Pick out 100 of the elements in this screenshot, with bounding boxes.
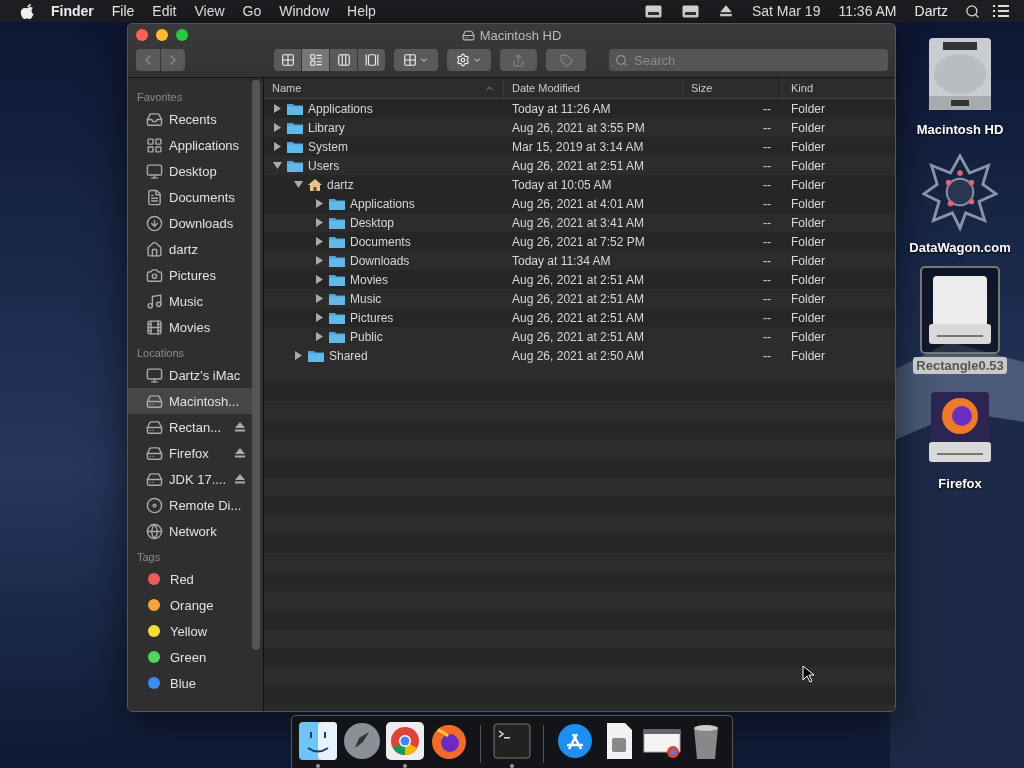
disclosure-triangle[interactable] <box>315 256 324 265</box>
date-modified: Mar 15, 2019 at 3:14 AM <box>511 139 645 154</box>
sidebar-item[interactable]: Documents <box>128 184 252 210</box>
group-button[interactable] <box>394 49 438 71</box>
file-name: Users <box>308 158 340 173</box>
action-button[interactable] <box>447 49 491 71</box>
display-icon[interactable] <box>644 4 662 18</box>
apple-icon[interactable] <box>20 3 34 19</box>
disclosure-triangle[interactable] <box>315 332 324 341</box>
monitor-icon <box>146 162 163 180</box>
disclosure-triangle[interactable] <box>273 161 282 170</box>
sidebar-label: Desktop <box>169 163 218 179</box>
sidebar-heading: Favorites <box>136 90 184 105</box>
disclosure-triangle[interactable] <box>273 104 282 113</box>
eject-icon[interactable] <box>234 421 246 433</box>
sidebar-item[interactable]: Recents <box>128 106 252 132</box>
window-control[interactable] <box>176 29 188 41</box>
menu-item[interactable]: Go <box>233 3 271 19</box>
sidebar-item[interactable]: Remote Di... <box>128 492 252 518</box>
eject-icon[interactable] <box>718 4 733 18</box>
hard-drive-icon <box>146 392 163 410</box>
caret-icon <box>472 55 482 65</box>
disclosure-triangle[interactable] <box>315 294 324 303</box>
sidebar-item[interactable]: Green <box>128 644 252 670</box>
sidebar-label: Downloads <box>169 215 235 231</box>
desktop-icon-label[interactable]: Macintosh HD <box>913 121 1007 138</box>
menu-item[interactable]: Help <box>338 3 385 19</box>
column-header[interactable]: Date Modified <box>504 78 683 98</box>
menu-item[interactable]: View <box>185 3 234 19</box>
hard-drive-icon <box>146 444 163 462</box>
sidebar-item[interactable]: Network <box>128 518 252 544</box>
column-header[interactable]: Size <box>683 78 783 98</box>
star-pattern-icon[interactable] <box>922 152 998 232</box>
disclosure-triangle[interactable] <box>294 351 303 360</box>
folder-icon <box>286 101 304 116</box>
column-view-button[interactable] <box>330 49 357 71</box>
menu-date[interactable]: Sat Mar 19 <box>742 3 830 19</box>
app-menu[interactable]: Finder <box>42 3 103 19</box>
list-view-button[interactable] <box>302 49 329 71</box>
list-icon[interactable] <box>992 4 1010 18</box>
folder-icon <box>286 139 304 154</box>
disclosure-triangle[interactable] <box>273 123 282 132</box>
fox-browser-icon <box>430 722 469 760</box>
user-menu[interactable]: Dartz <box>905 3 957 19</box>
sidebar-label: Yellow <box>170 623 209 639</box>
disclosure-triangle[interactable] <box>315 199 324 208</box>
sidebar-item[interactable]: JDK 17.... <box>128 466 252 492</box>
menu-item[interactable]: File <box>102 3 144 19</box>
sidebar-item[interactable]: Macintosh... <box>128 388 252 414</box>
file-kind: Folder <box>790 329 826 344</box>
disclosure-triangle[interactable] <box>294 180 303 189</box>
sidebar-label: Pictures <box>169 267 217 283</box>
sidebar-item[interactable]: Applications <box>128 132 252 158</box>
file-kind: Folder <box>790 234 826 249</box>
dock-item[interactable] <box>298 722 338 768</box>
sidebar-item[interactable]: Dartz’s iMac <box>128 362 252 388</box>
sidebar-label: Firefox <box>169 445 210 461</box>
column-header[interactable]: Name <box>264 78 504 98</box>
sidebar-item[interactable]: Orange <box>128 592 252 618</box>
desktop-icon-label[interactable]: Rectangle0.53 <box>913 357 1007 374</box>
desktop-icon-label[interactable]: DataWagon.com <box>906 239 1014 256</box>
window-control[interactable] <box>136 29 148 41</box>
file-kind: Folder <box>790 272 826 287</box>
sidebar-item[interactable]: Downloads <box>128 210 252 236</box>
sidebar-item[interactable]: Pictures <box>128 262 252 288</box>
drive-icon[interactable] <box>927 274 993 346</box>
column-header[interactable]: Kind <box>783 78 895 98</box>
folder-icon <box>328 253 346 268</box>
display-icon[interactable] <box>681 4 699 18</box>
gallery-view-button[interactable] <box>358 49 385 71</box>
sidebar-item[interactable]: Blue <box>128 670 252 696</box>
sidebar-item[interactable]: Yellow <box>128 618 252 644</box>
date-modified: Aug 26, 2021 at 3:41 AM <box>511 215 646 230</box>
folder-icon <box>328 234 346 249</box>
desktop-icon-label[interactable]: Firefox <box>935 475 985 492</box>
sidebar-item[interactable]: Firefox <box>128 440 252 466</box>
disclosure-triangle[interactable] <box>315 218 324 227</box>
search-icon[interactable] <box>965 3 980 19</box>
disclosure-triangle[interactable] <box>273 142 282 151</box>
sidebar-item[interactable]: Desktop <box>128 158 252 184</box>
sidebar-item[interactable]: Music <box>128 288 252 314</box>
sidebar-item[interactable]: Movies <box>128 314 252 340</box>
menu-item[interactable]: Window <box>270 3 339 19</box>
disclosure-triangle[interactable] <box>315 237 324 246</box>
sidebar-item[interactable]: Red <box>128 566 252 592</box>
menu-item[interactable]: Edit <box>143 3 186 19</box>
dock-item[interactable] <box>385 722 426 768</box>
icon-view-button[interactable] <box>274 49 301 71</box>
file-kind: Folder <box>790 348 826 363</box>
window-control[interactable] <box>156 29 168 41</box>
menu-time[interactable]: 11:36 AM <box>829 3 906 19</box>
sidebar-item[interactable]: dartz <box>128 236 252 262</box>
scroll-bar[interactable] <box>252 80 260 650</box>
eject-icon[interactable] <box>234 447 246 459</box>
disclosure-triangle[interactable] <box>315 275 324 284</box>
document-icon <box>146 188 163 206</box>
eject-icon[interactable] <box>234 473 246 485</box>
sidebar-item[interactable]: Rectan... <box>128 414 252 440</box>
disclosure-triangle[interactable] <box>315 313 324 322</box>
file-kind: Folder <box>790 158 826 173</box>
